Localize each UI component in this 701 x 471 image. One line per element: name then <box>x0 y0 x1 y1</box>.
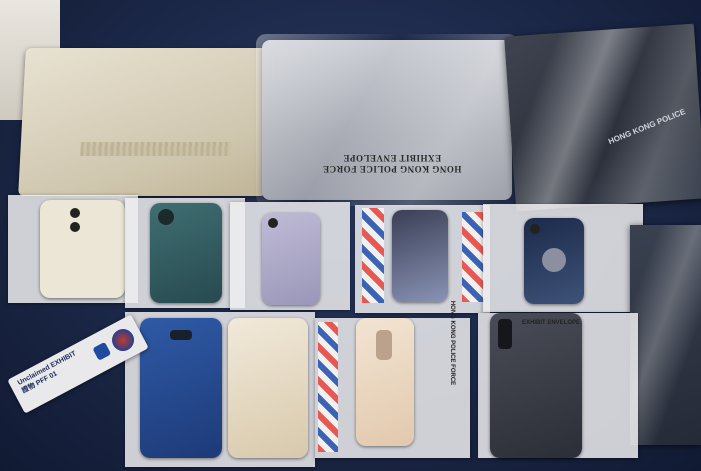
camera-icon <box>70 222 80 232</box>
plastic-sleeve <box>256 34 518 206</box>
printed-case-phone <box>392 210 448 302</box>
police-seal-icon <box>108 325 138 355</box>
blue-phone <box>140 318 222 458</box>
dark-bag-right <box>630 225 701 445</box>
camera-icon <box>158 209 174 225</box>
camera-icon <box>498 319 512 349</box>
green-phone <box>150 203 222 303</box>
label-line-1: HONG KONG POLICE FORCE <box>322 164 462 174</box>
photo-scene: HONG KONG POLICE FORCE EXHIBIT ENVELOPE … <box>0 0 701 471</box>
camera-icon <box>268 218 278 228</box>
evidence-tape <box>462 212 484 302</box>
camera-icon <box>70 208 80 218</box>
navy-phone <box>524 218 584 304</box>
bag-strip-label: HONG KONG POLICE FORCE <box>449 300 456 386</box>
clear-case-phone <box>228 318 308 458</box>
laptop-vent <box>80 142 231 156</box>
silver-laptop-in-exhibit-envelope: HONG KONG POLICE FORCE EXHIBIT ENVELOPE <box>256 34 518 206</box>
white-phone <box>40 200 125 298</box>
exhibit-envelope-label: HONG KONG POLICE FORCE EXHIBIT ENVELOPE <box>322 152 462 174</box>
gray-phone <box>490 313 582 458</box>
plastic-sheen <box>630 225 701 445</box>
lavender-phone <box>262 213 320 305</box>
evidence-tape <box>318 322 338 452</box>
camera-icon <box>530 224 540 234</box>
evidence-tape <box>362 208 384 303</box>
bag-strip-label-2: EXHIBIT ENVELOPE <box>522 320 581 326</box>
gold-laptop <box>18 48 274 196</box>
rose-phone <box>356 318 414 446</box>
ring-holder-icon <box>542 248 566 272</box>
camera-icon <box>170 330 192 340</box>
camera-icon <box>376 330 392 360</box>
label-line-2: EXHIBIT ENVELOPE <box>342 153 442 163</box>
dark-laptop-in-bag: HONG KONG POLICE <box>504 23 701 212</box>
